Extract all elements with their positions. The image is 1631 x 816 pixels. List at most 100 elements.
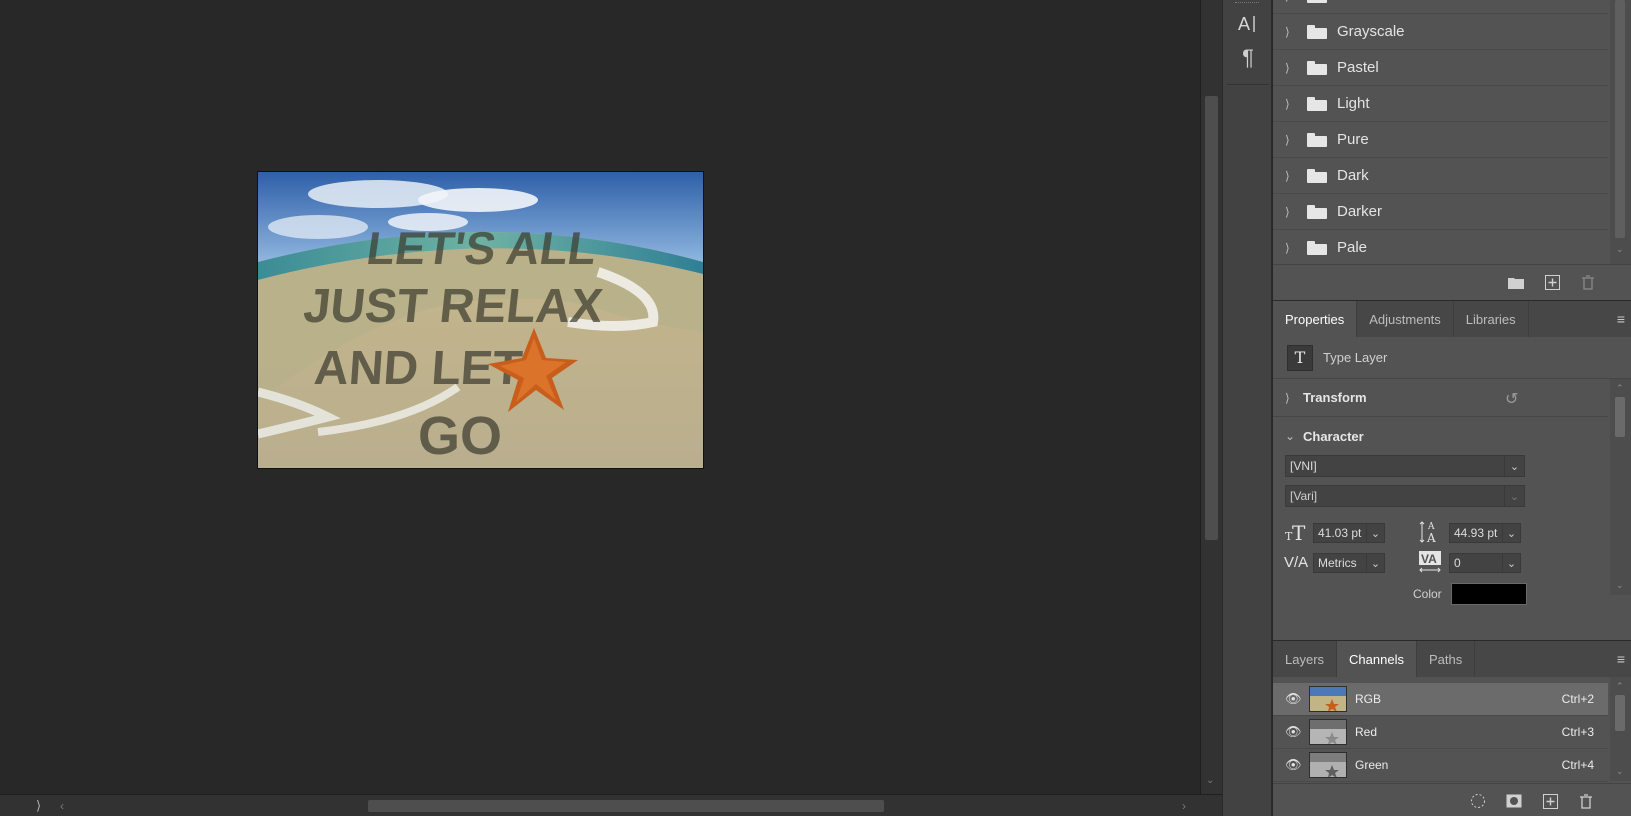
kerning-value: Metrics — [1318, 556, 1357, 570]
tab-properties[interactable]: Properties — [1273, 301, 1358, 337]
swatches-scrollbar[interactable]: ⌄ — [1610, 0, 1631, 264]
chevron-down-icon[interactable]: ⌄ — [1502, 554, 1520, 572]
chevron-right-icon[interactable]: ⟩ — [1285, 97, 1299, 111]
font-style-dropdown[interactable]: [Vari] ⌄ — [1285, 485, 1525, 507]
chevron-right-icon[interactable]: ⟩ — [1285, 133, 1299, 147]
leading-field[interactable]: 44.93 pt ⌄ — [1449, 523, 1521, 543]
chevron-down-icon[interactable]: ⌄ — [1366, 554, 1384, 572]
reset-transform-icon[interactable]: ↺ — [1505, 389, 1518, 409]
new-group-icon[interactable] — [1507, 273, 1525, 291]
channel-row-red[interactable]: 👁 Red Ctrl+3 — [1273, 716, 1608, 749]
swatch-folder-pure[interactable]: ⟩ Pure — [1273, 122, 1608, 158]
tab-adjustments[interactable]: Adjustments — [1357, 301, 1454, 337]
tab-channels[interactable]: Channels — [1337, 641, 1417, 677]
tab-layers[interactable]: Layers — [1273, 641, 1338, 677]
chevron-down-icon[interactable]: ⌄ — [1366, 524, 1384, 542]
canvas-vertical-scrollbar[interactable]: ⌄ — [1200, 0, 1222, 794]
text-color-swatch[interactable] — [1451, 583, 1527, 605]
eye-icon[interactable]: 👁 — [1285, 757, 1303, 773]
scroll-right-arrow-icon[interactable]: › — [1182, 799, 1186, 813]
kerning-field[interactable]: Metrics ⌄ — [1313, 553, 1385, 573]
vertical-scroll-thumb[interactable] — [1205, 96, 1218, 540]
scroll-left-arrow-icon[interactable]: ‹ — [60, 799, 64, 813]
font-family-dropdown[interactable]: [VNI] ⌄ — [1285, 455, 1525, 477]
tracking-icon: VA — [1417, 549, 1445, 575]
strip-grip[interactable] — [1235, 2, 1259, 6]
scroll-down-arrow-icon[interactable]: ⌄ — [1616, 766, 1624, 777]
delete-icon[interactable] — [1579, 273, 1597, 291]
tab-libraries[interactable]: Libraries — [1454, 301, 1529, 337]
folder-icon — [1307, 60, 1327, 75]
swatch-folder-pale[interactable]: ⟩ Pale — [1273, 230, 1608, 266]
scroll-up-arrow-icon[interactable]: ⌃ — [1616, 383, 1624, 394]
horizontal-scroll-thumb[interactable] — [368, 800, 884, 812]
chevron-right-icon[interactable]: ⟩ — [1285, 391, 1303, 405]
transform-section[interactable]: ⟩ Transform ↺ — [1273, 379, 1608, 417]
character-panel-icon[interactable]: A — [1232, 8, 1264, 38]
paragraph-panel-icon[interactable]: ¶ — [1232, 43, 1264, 73]
folder-label: Pale — [1337, 239, 1368, 256]
channel-name: RGB — [1355, 692, 1382, 706]
chevron-right-icon[interactable]: ⟩ — [1285, 25, 1299, 39]
panel-menu-icon[interactable]: ≡ — [1617, 651, 1625, 667]
swatch-folder-darker[interactable]: ⟩ Darker — [1273, 194, 1608, 230]
channel-row-rgb[interactable]: 👁 RGB Ctrl+2 — [1273, 683, 1608, 716]
swatches-panel: ⟩ ⟩ Grayscale ⟩ Pastel ⟩ Light ⟩ Pu — [1273, 0, 1631, 266]
leading-value: 44.93 pt — [1454, 526, 1498, 540]
save-selection-mask-icon[interactable] — [1505, 792, 1523, 810]
chevron-right-icon[interactable]: ⟩ — [1285, 0, 1299, 3]
right-panel-dock: ⟩ ⟩ Grayscale ⟩ Pastel ⟩ Light ⟩ Pu — [1273, 0, 1631, 816]
new-swatch-icon[interactable] — [1543, 273, 1561, 291]
swatch-folder-grayscale[interactable]: ⟩ Grayscale — [1273, 14, 1608, 50]
channels-scroll-thumb[interactable] — [1615, 695, 1625, 731]
channel-row-green[interactable]: 👁 Green Ctrl+4 — [1273, 749, 1608, 782]
chevron-right-icon[interactable]: ⟩ — [1285, 205, 1299, 219]
chevron-right-icon[interactable]: ⟩ — [1285, 61, 1299, 75]
color-label: Color — [1413, 587, 1442, 601]
scroll-down-arrow-icon[interactable]: ⌄ — [1616, 580, 1624, 591]
channel-shortcut: Ctrl+3 — [1561, 725, 1594, 739]
new-channel-icon[interactable] — [1541, 792, 1559, 810]
swatch-folder-dark[interactable]: ⟩ Dark — [1273, 158, 1608, 194]
folder-icon — [1307, 24, 1327, 39]
eye-icon[interactable]: 👁 — [1285, 724, 1303, 740]
character-section[interactable]: ⌄ Character — [1273, 417, 1608, 455]
tab-paths[interactable]: Paths — [1417, 641, 1476, 677]
folder-label: Light — [1337, 95, 1370, 112]
svg-text:V/A: V/A — [1284, 554, 1308, 571]
scroll-up-arrow-icon[interactable]: ⌃ — [1616, 681, 1624, 692]
canvas-horizontal-scrollbar[interactable]: ⟩ ‹ › — [0, 794, 1222, 816]
panel-menu-icon[interactable]: ≡ — [1617, 311, 1625, 327]
load-selection-icon[interactable] — [1469, 792, 1487, 810]
properties-scroll-thumb[interactable] — [1615, 397, 1625, 437]
chevron-right-icon[interactable]: ⟩ — [1285, 241, 1299, 255]
document-image[interactable]: LET'S ALL JUST RELAX AND LET GO — [258, 172, 703, 468]
channels-scrollbar[interactable]: ⌃ ⌄ — [1610, 677, 1631, 781]
svg-text:A: A — [1426, 531, 1436, 544]
properties-scrollbar[interactable]: ⌃ ⌄ — [1610, 379, 1631, 595]
doc-text-line-2: JUST RELAX — [301, 279, 605, 333]
chevron-right-icon[interactable]: ⟩ — [1285, 169, 1299, 183]
chevron-down-icon[interactable]: ⌄ — [1502, 524, 1520, 542]
font-family-value: [VNI] — [1290, 459, 1317, 473]
scroll-down-arrow-icon[interactable]: ⌄ — [1206, 775, 1214, 786]
chevron-down-icon[interactable]: ⌄ — [1285, 429, 1303, 443]
scroll-down-arrow-icon[interactable]: ⌄ — [1616, 244, 1624, 255]
tracking-value: 0 — [1454, 556, 1461, 570]
expand-panel-icon[interactable]: ⟩ — [36, 798, 41, 814]
swatch-folder-row[interactable]: ⟩ — [1273, 0, 1608, 14]
swatch-folder-pastel[interactable]: ⟩ Pastel — [1273, 50, 1608, 86]
chevron-down-icon[interactable]: ⌄ — [1504, 456, 1524, 476]
doc-text-line-3: AND LET — [312, 342, 524, 395]
delete-icon[interactable] — [1577, 792, 1595, 810]
swatches-scroll-thumb[interactable] — [1615, 0, 1625, 238]
font-size-field[interactable]: 41.03 pt ⌄ — [1313, 523, 1385, 543]
doc-text-line-4: GO — [418, 406, 502, 466]
folder-icon — [1307, 204, 1327, 219]
swatch-folder-light[interactable]: ⟩ Light — [1273, 86, 1608, 122]
eye-icon[interactable]: 👁 — [1285, 691, 1303, 707]
channel-thumbnail — [1309, 686, 1347, 712]
canvas-area[interactable]: LET'S ALL JUST RELAX AND LET GO — [0, 0, 1200, 794]
tracking-field[interactable]: 0 ⌄ — [1449, 553, 1521, 573]
photoshop-window: LET'S ALL JUST RELAX AND LET GO ⌄ ⟩ ‹ › … — [0, 0, 1631, 816]
